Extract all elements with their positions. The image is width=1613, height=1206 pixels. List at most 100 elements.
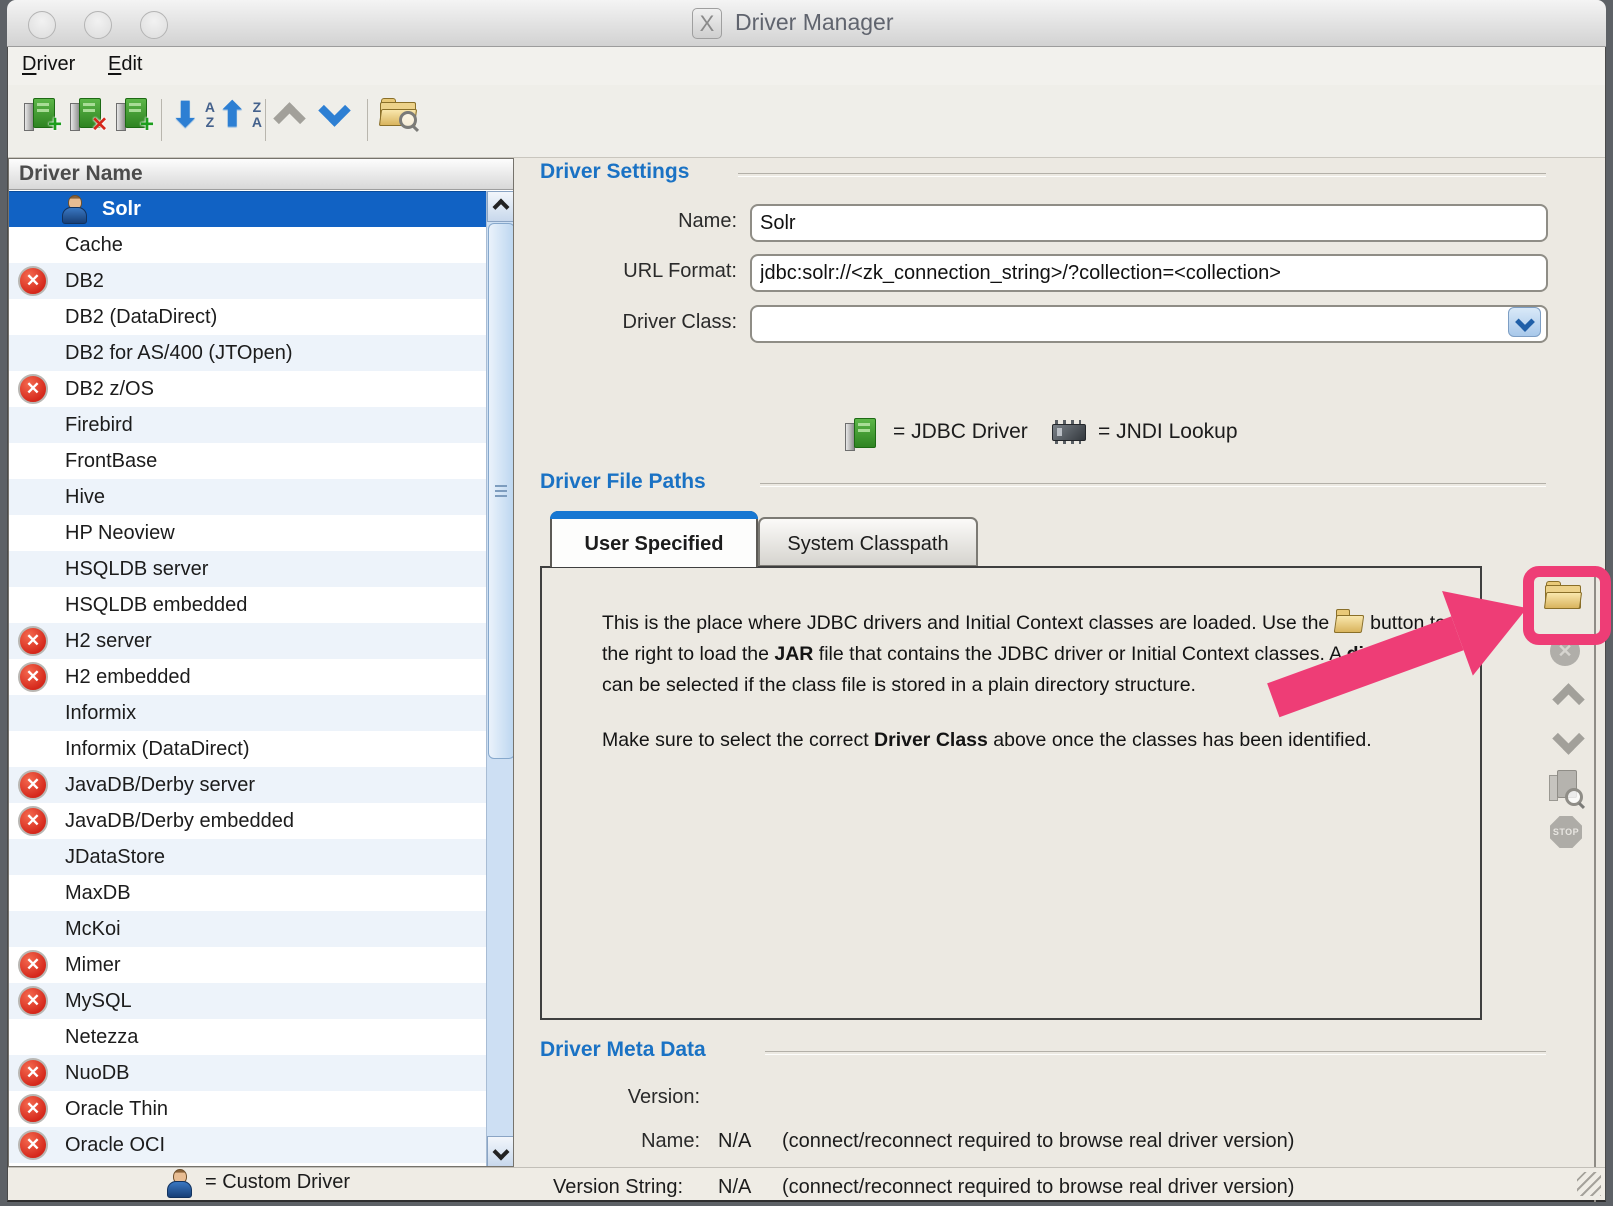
driver-name: Informix (DataDirect) <box>65 731 249 767</box>
move-entry-down-button[interactable] <box>1548 727 1588 767</box>
list-item[interactable]: ✕H2 server <box>9 623 486 659</box>
version-string-note: (connect/reconnect required to browse re… <box>782 1176 1294 1199</box>
list-item[interactable]: ✕DB2 z/OS <box>9 371 486 407</box>
instructions-note: Make sure to select the correct Driver C… <box>602 725 1458 756</box>
name-label: Name: <box>540 210 737 233</box>
driver-class-combobox[interactable] <box>750 305 1548 343</box>
screen: X Driver Manager Driver Edit + ✕ + ⬇AZ <box>0 0 1613 1206</box>
tab-user-specified[interactable]: User Specified <box>550 511 758 567</box>
delete-driver-icon: ✕ <box>70 97 106 133</box>
copy-driver-button[interactable]: + <box>116 97 158 143</box>
section-divider <box>760 483 1546 487</box>
section-divider <box>738 173 1546 177</box>
add-driver-icon: + <box>24 97 60 133</box>
menu-driver[interactable]: Driver <box>22 53 75 76</box>
scrollbar-thumb[interactable] <box>488 223 514 759</box>
minimize-window-button[interactable] <box>84 11 112 39</box>
error-icon: ✕ <box>18 950 48 980</box>
chevron-up-icon <box>1552 683 1585 716</box>
tab-label: System Classpath <box>787 533 948 555</box>
resize-grip[interactable] <box>1577 1172 1601 1196</box>
driver-name: Oracle Thin <box>65 1091 168 1127</box>
sort-descending-button[interactable]: ⬆ZA <box>220 97 262 143</box>
list-item[interactable]: Firebird <box>9 407 486 443</box>
url-format-label: URL Format: <box>540 260 737 283</box>
list-item[interactable]: Netezza <box>9 1019 486 1055</box>
list-item[interactable]: ✕Mimer <box>9 947 486 983</box>
driver-name: FrontBase <box>65 443 157 479</box>
jndi-chip-icon <box>1050 419 1086 445</box>
tab-system-classpath[interactable]: System Classpath <box>758 517 978 567</box>
meta-name-label: Name: <box>540 1130 700 1153</box>
sort-ascending-button[interactable]: ⬇AZ <box>173 97 215 143</box>
window-title: Driver Manager <box>735 9 894 36</box>
delete-driver-button[interactable]: ✕ <box>70 97 112 143</box>
vertical-scrollbar[interactable] <box>486 191 514 1167</box>
toolbar-separator <box>265 99 266 141</box>
list-item[interactable]: Informix (DataDirect) <box>9 731 486 767</box>
jdbc-driver-icon <box>845 417 881 458</box>
move-up-button[interactable] <box>278 107 320 153</box>
list-item[interactable]: ✕NuoDB <box>9 1055 486 1091</box>
error-icon: ✕ <box>18 1130 48 1160</box>
list-item[interactable]: HSQLDB embedded <box>9 587 486 623</box>
list-item[interactable]: ✕H2 embedded <box>9 659 486 695</box>
driver-name: JDataStore <box>65 839 165 875</box>
version-string-label: Version String: <box>553 1176 683 1199</box>
list-item[interactable]: ✕JavaDB/Derby server <box>9 767 486 803</box>
scroll-down-button[interactable] <box>487 1136 514 1167</box>
custom-driver-icon <box>61 195 87 225</box>
list-item[interactable]: FrontBase <box>9 443 486 479</box>
driver-name: DB2 <box>65 263 104 299</box>
driver-class-dropdown-button[interactable] <box>1508 307 1541 337</box>
zoom-window-button[interactable] <box>140 11 168 39</box>
title-bar[interactable]: X Driver Manager <box>7 0 1606 47</box>
meta-name-value: N/A <box>718 1130 751 1153</box>
error-icon: ✕ <box>18 374 48 404</box>
list-item[interactable]: ✕MySQL <box>9 983 486 1019</box>
scroll-up-button[interactable] <box>487 191 514 222</box>
detect-driver-icon <box>1548 770 1582 804</box>
sort-za-icon: ⬆ZA <box>220 97 262 141</box>
custom-driver-icon <box>166 1169 192 1199</box>
active-tab-bar <box>550 511 758 519</box>
list-item[interactable]: HP Neoview <box>9 515 486 551</box>
menu-edit[interactable]: Edit <box>108 53 142 76</box>
list-item[interactable]: ✕JavaDB/Derby embedded <box>9 803 486 839</box>
driver-list-header[interactable]: Driver Name <box>9 159 513 190</box>
list-item[interactable]: Hive <box>9 479 486 515</box>
driver-name: JavaDB/Derby server <box>65 767 255 803</box>
list-item[interactable]: Solr <box>9 191 486 227</box>
list-item[interactable]: Informix <box>9 695 486 731</box>
driver-name: McKoi <box>65 911 121 947</box>
driver-name: Solr <box>102 192 141 227</box>
driver-file-paths-heading: Driver File Paths <box>540 470 706 494</box>
abort-button[interactable]: STOP <box>1546 816 1586 856</box>
error-icon: ✕ <box>18 1094 48 1124</box>
driver-name: H2 embedded <box>65 659 191 695</box>
list-item[interactable]: McKoi <box>9 911 486 947</box>
close-window-button[interactable] <box>28 11 56 39</box>
list-item[interactable]: Cache <box>9 227 486 263</box>
find-driver-button[interactable] <box>380 97 422 143</box>
list-item[interactable]: ✕ Oracle Thin <box>9 1091 486 1127</box>
move-down-button[interactable] <box>323 99 365 145</box>
search-folder-icon <box>380 97 416 127</box>
driver-name-input[interactable] <box>750 204 1548 242</box>
driver-name: MaxDB <box>65 875 131 911</box>
list-item[interactable]: MaxDB <box>9 875 486 911</box>
open-folder-button[interactable] <box>1543 580 1583 620</box>
list-item[interactable]: HSQLDB server <box>9 551 486 587</box>
detect-driver-class-button[interactable] <box>1545 770 1585 810</box>
list-item[interactable]: ✕DB2 <box>9 263 486 299</box>
menu-bar: Driver Edit <box>8 47 1605 85</box>
driver-name: DB2 (DataDirect) <box>65 299 217 335</box>
toolbar-separator <box>367 99 368 141</box>
list-item[interactable]: JDataStore <box>9 839 486 875</box>
list-item[interactable]: DB2 (DataDirect) <box>9 299 486 335</box>
list-item[interactable]: DB2 for AS/400 (JTOpen) <box>9 335 486 371</box>
list-item[interactable]: ✕Oracle OCI <box>9 1127 486 1163</box>
add-driver-button[interactable]: + <box>24 97 66 143</box>
driver-name: Informix <box>65 695 136 731</box>
url-format-input[interactable] <box>750 254 1548 292</box>
